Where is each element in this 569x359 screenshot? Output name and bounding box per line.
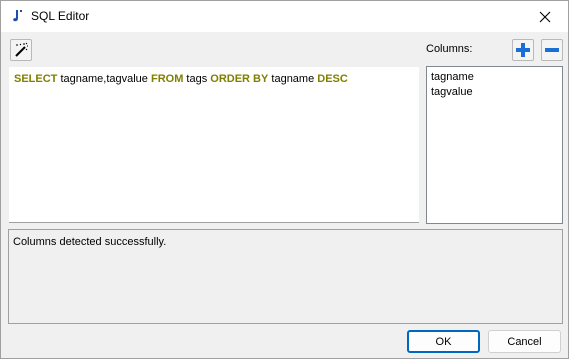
sql-token: tags: [183, 73, 211, 85]
sql-token: SELECT: [14, 73, 58, 85]
sql-token: tagname: [268, 73, 318, 85]
close-icon: [539, 11, 551, 22]
columns-list[interactable]: tagname tagvalue: [426, 66, 563, 224]
remove-column-button[interactable]: [541, 39, 563, 61]
status-output: Columns detected successfully.: [8, 229, 563, 324]
sql-editor-dialog: SQL Editor Columns: SELECT tagname,tagva…: [0, 0, 569, 359]
format-sql-button[interactable]: [10, 39, 32, 61]
sql-token: tagname,tagvalue: [57, 73, 151, 85]
plus-icon: [516, 43, 530, 57]
cancel-button[interactable]: Cancel: [488, 330, 561, 353]
magic-wand-icon: [15, 42, 28, 57]
sql-token: ORDER BY: [210, 73, 269, 85]
status-message: Columns detected successfully.: [13, 236, 167, 248]
title-bar: SQL Editor: [1, 1, 568, 32]
ok-button[interactable]: OK: [407, 330, 480, 353]
sql-token: FROM: [150, 73, 184, 85]
window-title: SQL Editor: [31, 9, 90, 23]
java-icon: [11, 9, 23, 23]
add-column-button[interactable]: [512, 39, 534, 61]
sql-editor-input[interactable]: SELECT tagname,tagvalue FROM tags ORDER …: [9, 67, 419, 223]
columns-label: Columns:: [426, 43, 473, 55]
sql-token: DESC: [317, 73, 348, 85]
column-item-tagvalue[interactable]: tagvalue: [431, 85, 558, 100]
minus-icon: [545, 48, 559, 52]
column-item-tagname[interactable]: tagname: [431, 70, 558, 85]
close-button[interactable]: [522, 1, 568, 32]
